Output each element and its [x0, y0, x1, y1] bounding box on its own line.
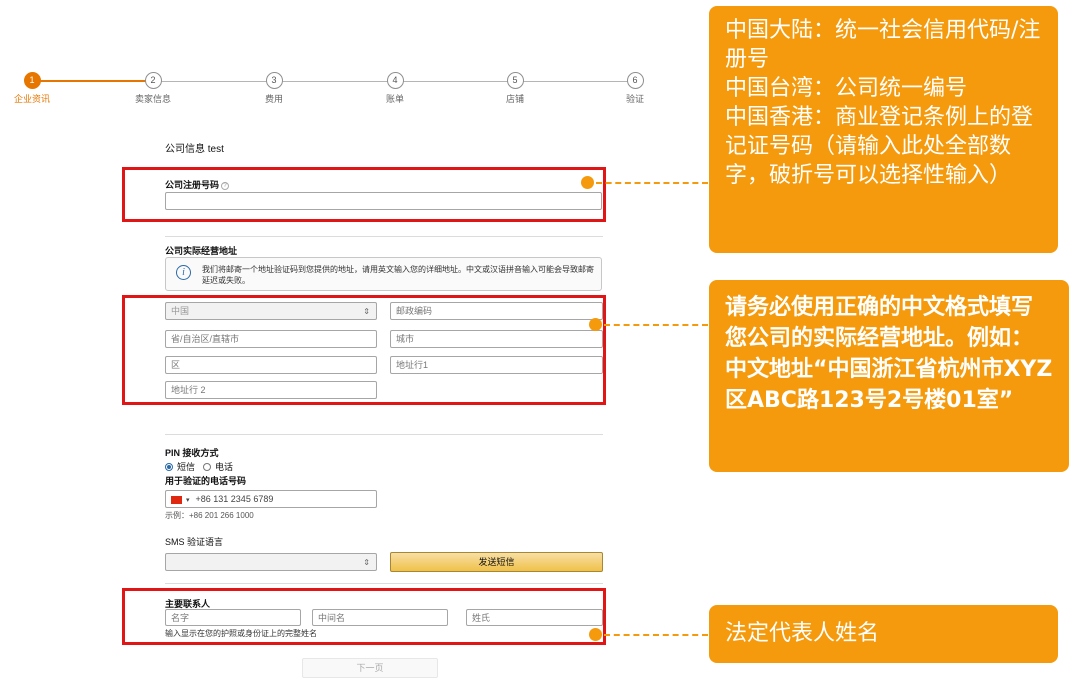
pin-method-options: 短信 电话 — [165, 460, 233, 473]
step-billing[interactable]: 4 账单 — [365, 72, 425, 105]
step-verification[interactable]: 6 验证 — [605, 72, 665, 105]
form-title: 公司信息 test — [165, 144, 224, 155]
china-flag-icon[interactable] — [171, 495, 182, 504]
section-divider — [165, 434, 603, 435]
step-label: 账单 — [385, 94, 404, 104]
radio-sms-label: 短信 — [177, 462, 196, 472]
highlight-reg-number — [122, 167, 606, 222]
step-seller-info[interactable]: 2 卖家信息 — [123, 72, 183, 105]
info-icon: i — [176, 265, 191, 280]
address-label: 公司实际经营地址 — [165, 246, 238, 256]
phone-input[interactable]: ▾ +86 131 2345 6789 — [165, 490, 377, 508]
step-fees[interactable]: 3 费用 — [244, 72, 304, 105]
address-info-box: i 我们将邮寄一个地址验证码到您提供的地址，请用英文输入您的详细地址。中文或汉语… — [165, 257, 602, 291]
sms-language-select[interactable]: ⇕ — [165, 553, 377, 571]
highlight-address — [122, 295, 606, 405]
step-label: 企业资讯 — [13, 94, 50, 104]
phone-label: 用于验证的电话号码 — [165, 476, 247, 486]
step-company-info[interactable]: 1 企业资讯 — [2, 72, 62, 105]
step-label: 卖家信息 — [134, 94, 171, 104]
radio-sms[interactable] — [165, 462, 173, 471]
step-number: 2 — [144, 72, 162, 89]
connector-dot — [581, 176, 594, 189]
radio-phone[interactable] — [203, 462, 212, 471]
sms-language-label: SMS 验证语言 — [165, 537, 224, 547]
radio-phone-label: 电话 — [215, 462, 234, 472]
connector-dash — [604, 634, 708, 636]
step-number: 1 — [23, 72, 41, 89]
connector-dot — [589, 318, 602, 331]
select-arrows-icon: ⇕ — [363, 558, 370, 567]
step-label: 费用 — [264, 94, 283, 104]
phone-example: 示例：+86 201 266 1000 — [165, 511, 254, 520]
dropdown-caret-icon: ▾ — [186, 497, 190, 504]
step-label: 验证 — [625, 94, 644, 104]
next-page-button[interactable]: 下一页 — [302, 658, 438, 678]
step-number: 6 — [626, 72, 644, 89]
callout-reg-number: 中国大陆：统一社会信用代码/注册号 中国台湾：公司统一编号 中国香港：商业登记条… — [709, 6, 1058, 253]
highlight-contact — [122, 588, 606, 645]
callout-address: 请务必使用正确的中文格式填写您公司的实际经营地址。例如：中文地址“中国浙江省杭州… — [709, 280, 1069, 472]
step-label: 店铺 — [505, 94, 524, 104]
step-number: 3 — [265, 72, 283, 89]
step-store[interactable]: 5 店铺 — [485, 72, 545, 105]
connector-dash — [596, 182, 708, 184]
connector-dot — [589, 628, 602, 641]
progress-stepper: 1 企业资讯 2 卖家信息 3 费用 4 账单 5 店铺 6 验证 — [0, 72, 660, 112]
pin-method-label: PIN 接收方式 — [165, 448, 219, 458]
section-divider — [165, 236, 603, 237]
step-number: 5 — [506, 72, 524, 89]
step-number: 4 — [386, 72, 404, 89]
send-sms-button[interactable]: 发送短信 — [390, 552, 603, 572]
callout-contact: 法定代表人姓名 — [709, 605, 1058, 663]
phone-value: +86 131 2345 6789 — [195, 494, 274, 504]
address-info-text: 我们将邮寄一个地址验证码到您提供的地址，请用英文输入您的详细地址。中文或汉语拼音… — [202, 265, 594, 285]
connector-dash — [604, 324, 708, 326]
section-divider — [165, 583, 603, 584]
